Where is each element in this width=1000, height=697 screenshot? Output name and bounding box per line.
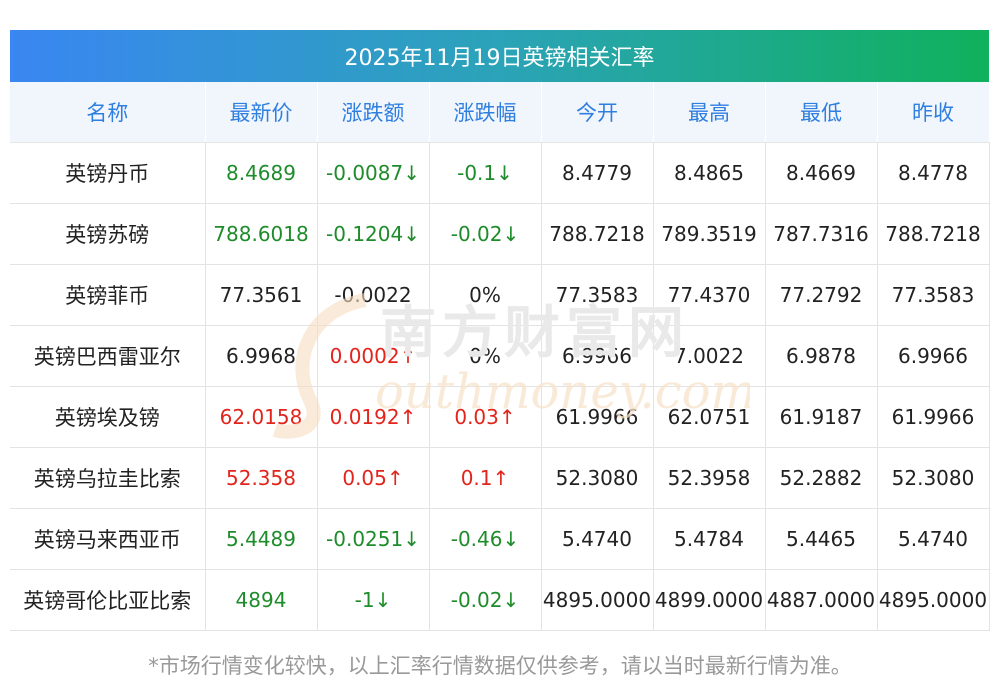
cell-name: 英镑乌拉圭比索 [10,447,206,509]
page-title: 2025年11月19日英镑相关汇率 [10,30,989,82]
cell-pct: -0.02↓ [429,203,542,265]
table-row: 英镑埃及镑 62.0158 0.0192↑ 0.03↑ 61.9966 62.0751 61… [10,386,990,448]
cell-pct: -0.46↓ [429,508,542,570]
table-row: 英镑马来西亚币 5.4489 -0.0251↓ -0.46↓ 5.4740 5.4784 5… [10,508,990,570]
cell-prev: 77.3583 [877,264,990,326]
cell-change: -1↓ [317,569,430,631]
cell-open: 8.4779 [541,142,654,204]
cell-prev: 52.3080 [877,447,990,509]
cell-pct: 0% [429,325,542,387]
cell-high: 62.0751 [653,386,766,448]
cell-change: 0.0002↑ [317,325,430,387]
cell-high: 5.4784 [653,508,766,570]
cell-change: -0.0251↓ [317,508,430,570]
table-row: 英镑菲币 77.3561 -0.0022 0% 77.3583 77.4370 77.279… [10,264,990,326]
disclaimer-footnote: *市场行情变化较快，以上汇率行情数据仅供参考，请以当时最新行情为准。 [148,654,852,678]
cell-prev: 8.4778 [877,142,990,204]
rates-panel: 2025年11月19日英镑相关汇率 名称 最新价 涨跌额 涨跌幅 今开 最高 最低 昨收 英镑… [10,30,990,631]
cell-prev: 61.9966 [877,386,990,448]
column-header: 昨收 [877,82,990,143]
table-row: 英镑哥伦比亚比索 4894 -1↓ -0.02↓ 4895.0000 4899.0000 4… [10,569,990,631]
cell-low: 61.9187 [765,386,878,448]
cell-open: 6.9966 [541,325,654,387]
cell-change: 0.0192↑ [317,386,430,448]
column-header: 涨跌幅 [429,82,542,143]
cell-latest: 788.6018 [205,203,318,265]
cell-prev: 788.7218 [877,203,990,265]
cell-name: 英镑马来西亚币 [10,508,206,570]
cell-open: 788.7218 [541,203,654,265]
cell-latest: 5.4489 [205,508,318,570]
cell-latest: 77.3561 [205,264,318,326]
cell-pct: 0.1↑ [429,447,542,509]
cell-low: 52.2882 [765,447,878,509]
cell-latest: 52.358 [205,447,318,509]
cell-pct: -0.1↓ [429,142,542,204]
cell-prev: 6.9966 [877,325,990,387]
cell-open: 61.9966 [541,386,654,448]
cell-high: 8.4865 [653,142,766,204]
cell-low: 8.4669 [765,142,878,204]
cell-name: 英镑巴西雷亚尔 [10,325,206,387]
cell-prev: 4895.0000 [877,569,990,631]
cell-pct: -0.02↓ [429,569,542,631]
column-header: 最新价 [205,82,318,143]
column-header: 最高 [653,82,766,143]
cell-name: 英镑埃及镑 [10,386,206,448]
table-header-row: 名称 最新价 涨跌额 涨跌幅 今开 最高 最低 昨收 [10,82,990,143]
cell-low: 5.4465 [765,508,878,570]
cell-high: 4899.0000 [653,569,766,631]
cell-low: 77.2792 [765,264,878,326]
cell-low: 6.9878 [765,325,878,387]
cell-latest: 62.0158 [205,386,318,448]
cell-latest: 4894 [205,569,318,631]
cell-name: 英镑苏磅 [10,203,206,265]
rates-table: 名称 最新价 涨跌额 涨跌幅 今开 最高 最低 昨收 英镑丹币 8.4689 -0.0087↓ -0… [10,82,990,631]
cell-change: -0.0087↓ [317,142,430,204]
cell-pct: 0% [429,264,542,326]
cell-low: 4887.0000 [765,569,878,631]
cell-prev: 5.4740 [877,508,990,570]
table-row: 英镑乌拉圭比索 52.358 0.05↑ 0.1↑ 52.3080 52.3958 52.2… [10,447,990,509]
cell-high: 7.0022 [653,325,766,387]
table-row: 英镑巴西雷亚尔 6.9968 0.0002↑ 0% 6.9966 7.0022 6.9878… [10,325,990,387]
cell-latest: 8.4689 [205,142,318,204]
table-row: 英镑苏磅 788.6018 -0.1204↓ -0.02↓ 788.7218 789.35… [10,203,990,265]
column-header: 今开 [541,82,654,143]
cell-open: 5.4740 [541,508,654,570]
cell-name: 英镑菲币 [10,264,206,326]
cell-change: 0.05↑ [317,447,430,509]
cell-change: -0.1204↓ [317,203,430,265]
cell-open: 52.3080 [541,447,654,509]
table-row: 英镑丹币 8.4689 -0.0087↓ -0.1↓ 8.4779 8.4865 8.466… [10,142,990,204]
cell-high: 789.3519 [653,203,766,265]
cell-open: 4895.0000 [541,569,654,631]
column-header: 名称 [10,82,206,143]
cell-low: 787.7316 [765,203,878,265]
cell-latest: 6.9968 [205,325,318,387]
column-header: 涨跌额 [317,82,430,143]
column-header: 最低 [765,82,878,143]
cell-change: -0.0022 [317,264,430,326]
cell-name: 英镑哥伦比亚比索 [10,569,206,631]
cell-high: 77.4370 [653,264,766,326]
cell-pct: 0.03↑ [429,386,542,448]
cell-high: 52.3958 [653,447,766,509]
cell-open: 77.3583 [541,264,654,326]
cell-name: 英镑丹币 [10,142,206,204]
